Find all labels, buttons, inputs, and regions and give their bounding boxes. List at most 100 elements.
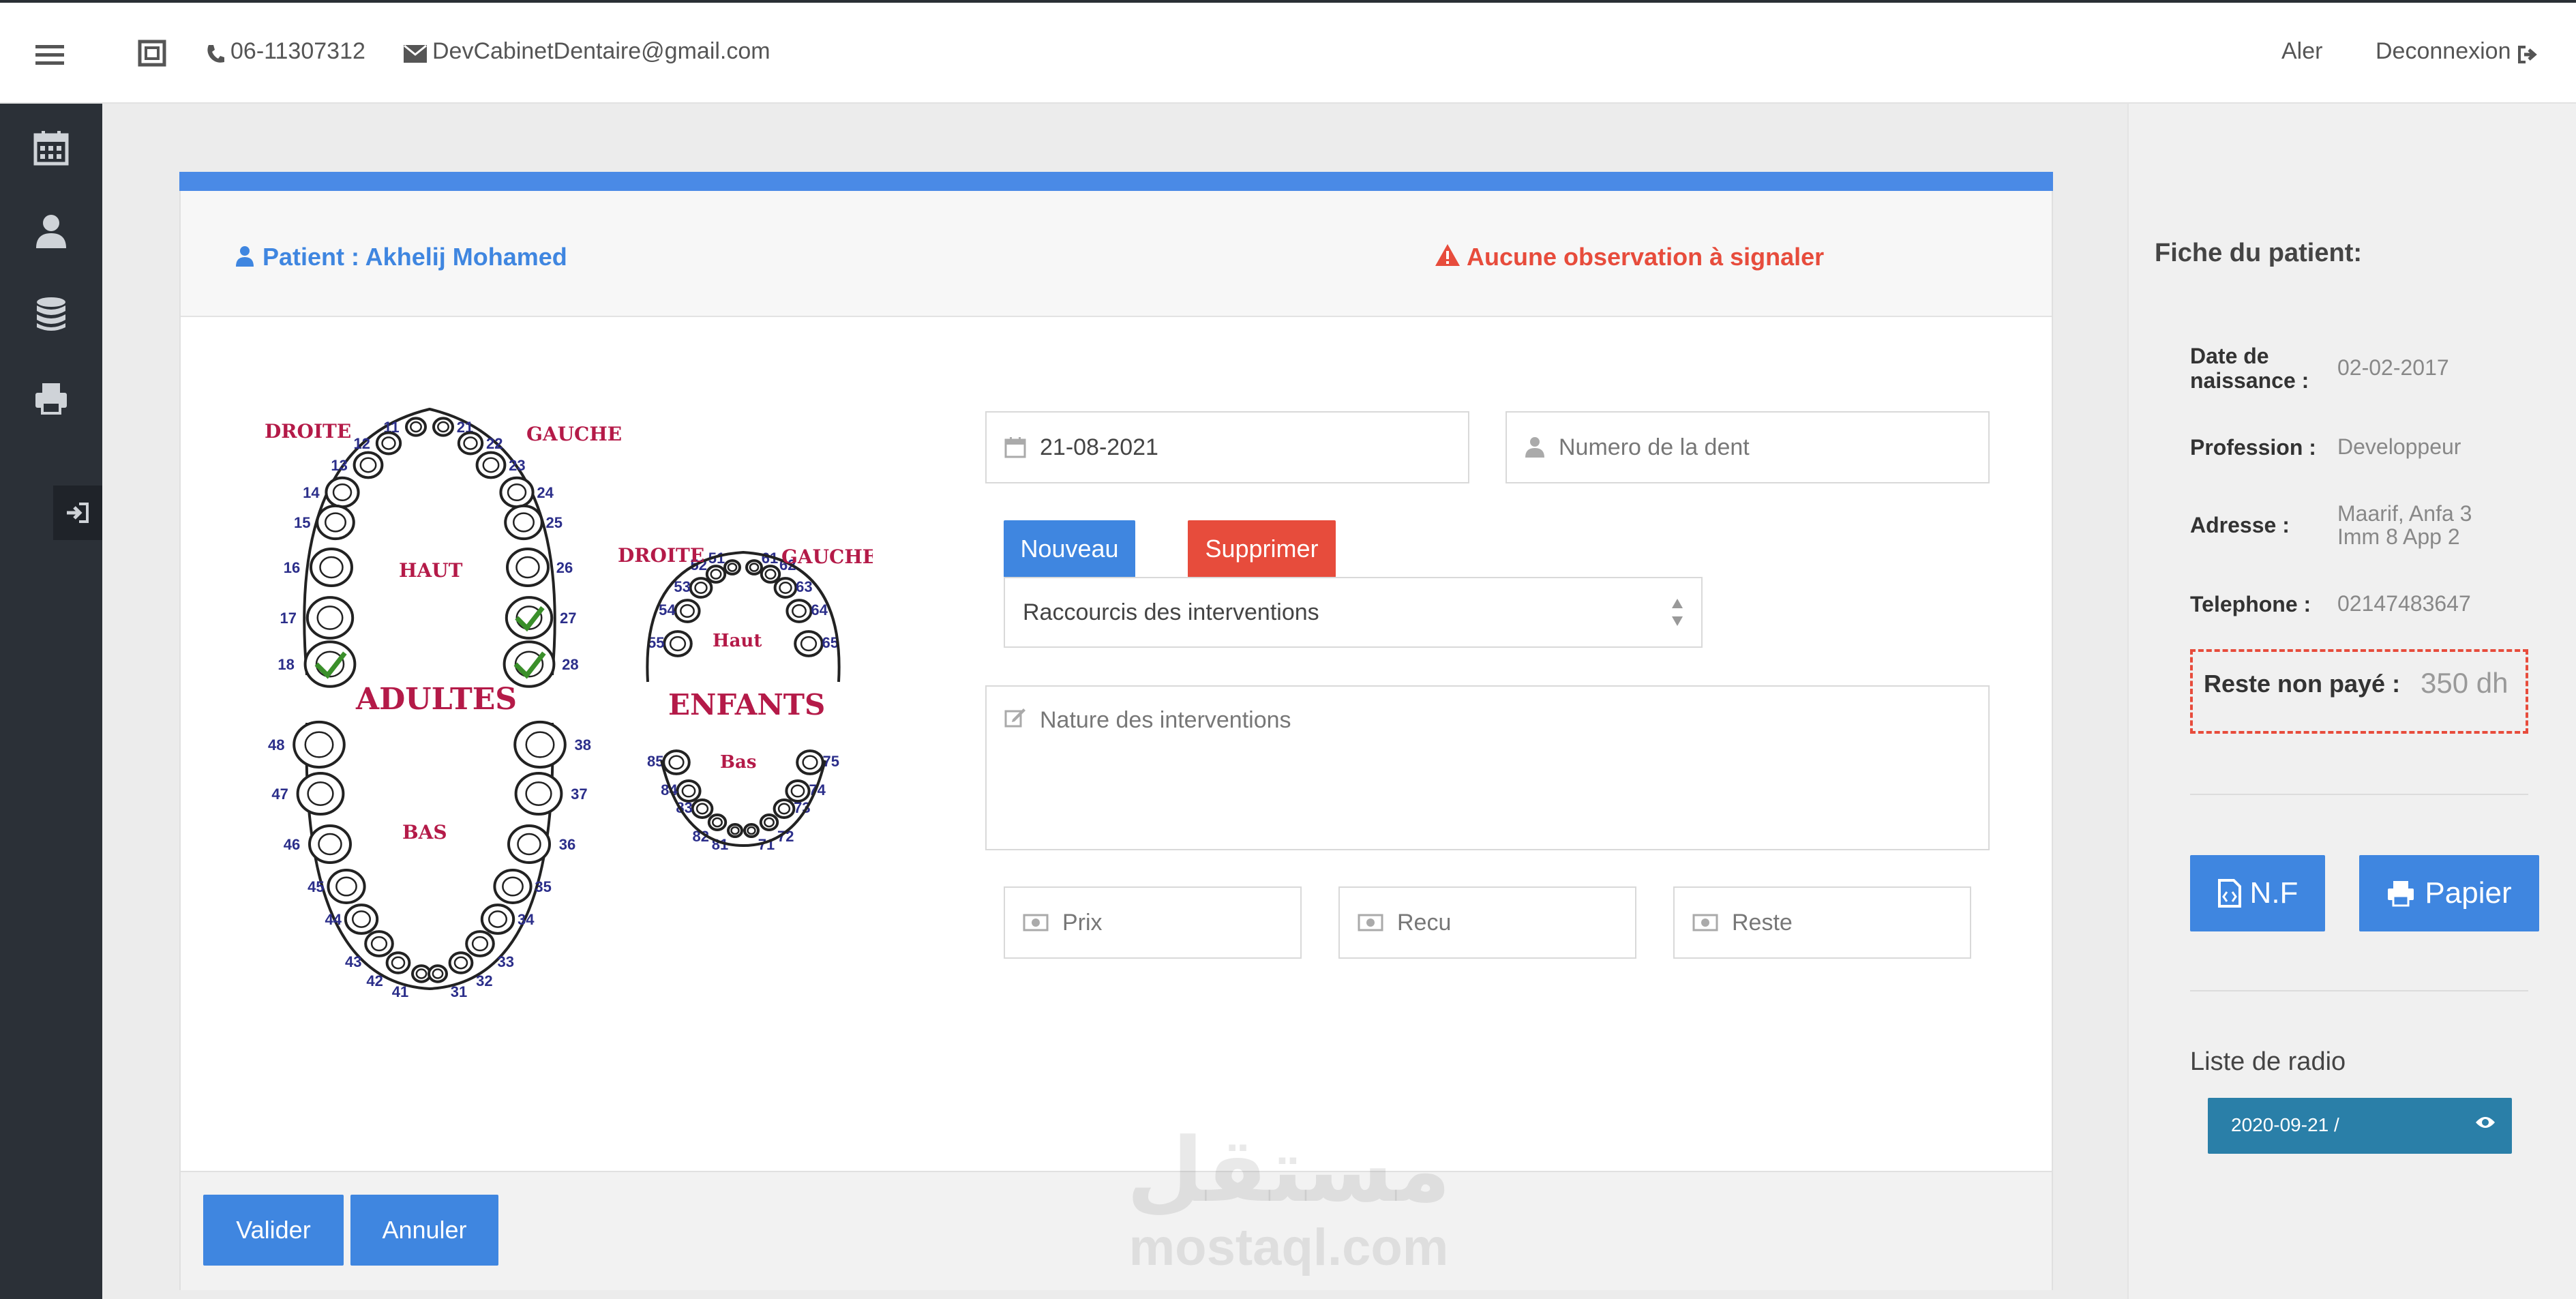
- tooth-12[interactable]: 12: [354, 431, 402, 456]
- paper-button[interactable]: Papier: [2359, 855, 2539, 931]
- tooth-shape: [303, 640, 357, 688]
- tooth-44[interactable]: 44: [325, 904, 379, 935]
- tooth-shape: [505, 596, 554, 640]
- calendar-icon[interactable]: [33, 130, 70, 166]
- tooth-shape: [385, 951, 411, 974]
- new-button[interactable]: Nouveau: [1004, 520, 1135, 578]
- tooth-shape: [691, 798, 714, 819]
- tooth-35[interactable]: 35: [493, 869, 552, 904]
- tooth-13[interactable]: 13: [331, 451, 384, 479]
- shortcuts-selected: Raccourcis des interventions: [1023, 599, 1319, 625]
- tooth-84[interactable]: 84: [661, 779, 702, 803]
- tooth-shape: [723, 559, 741, 576]
- nf-button[interactable]: N.F: [2190, 855, 2325, 931]
- contact-email: DevCabinetDentaire@gmail.com: [432, 38, 770, 64]
- tooth-shape: [676, 779, 702, 803]
- database-icon[interactable]: [33, 296, 70, 333]
- tooth-shape: [796, 749, 824, 775]
- tooth-63[interactable]: 63: [773, 577, 813, 599]
- nature-textarea[interactable]: Nature des interventions: [985, 685, 1990, 850]
- watermark-arabic: مستقل: [1126, 1118, 1451, 1222]
- tooth-shape: [344, 904, 379, 935]
- tooth-number: 12: [354, 435, 370, 452]
- tooth-28[interactable]: 28: [503, 640, 579, 688]
- unpaid-label: Reste non payé :: [2204, 670, 2401, 698]
- tooth-36[interactable]: 36: [507, 824, 575, 864]
- tooth-38[interactable]: 38: [513, 720, 591, 769]
- logout-link[interactable]: Deconnexion: [2376, 38, 2511, 65]
- tooth-shape: [475, 451, 507, 479]
- shortcuts-select[interactable]: Raccourcis des interventions: [1004, 577, 1703, 648]
- tooth-64[interactable]: 64: [785, 599, 828, 623]
- tooth-65[interactable]: 65: [794, 630, 839, 657]
- adult-label-bottom: BAS: [402, 821, 447, 843]
- tooth-number: 44: [325, 911, 342, 928]
- eye-icon[interactable]: [2475, 1116, 2496, 1129]
- tooth-53[interactable]: 53: [674, 577, 713, 599]
- observation-status: Aucune observation à signaler: [1467, 243, 1825, 271]
- unpaid-value: 350 dh: [2421, 667, 2508, 699]
- date-field[interactable]: 21-08-2021: [985, 411, 1469, 483]
- price-field[interactable]: Prix: [1004, 886, 1302, 959]
- tooth-45[interactable]: 45: [308, 869, 366, 904]
- tooth-number: 35: [535, 878, 551, 895]
- tooth-15[interactable]: 15: [294, 504, 355, 541]
- tooth-25[interactable]: 25: [504, 504, 563, 541]
- tooth-16[interactable]: 16: [284, 548, 353, 587]
- child-label-bottom: Bas: [720, 752, 756, 773]
- calendar-icon: [1004, 437, 1026, 458]
- delete-button[interactable]: Supprimer: [1188, 520, 1336, 578]
- validate-button[interactable]: Valider: [203, 1195, 344, 1266]
- tooth-number: 28: [562, 656, 578, 673]
- tooth-number: 33: [498, 953, 514, 970]
- tooth-23[interactable]: 23: [475, 451, 526, 479]
- tooth-47[interactable]: 47: [271, 771, 345, 816]
- remaining-field[interactable]: Reste: [1673, 886, 1971, 959]
- tooth-74[interactable]: 74: [785, 779, 826, 803]
- printer-icon: [2388, 881, 2414, 907]
- printer-icon[interactable]: [33, 379, 70, 416]
- tooth-number-field[interactable]: Numero de la dent: [1506, 411, 1990, 483]
- tooth-number: 37: [571, 786, 587, 803]
- menu-icon[interactable]: [35, 44, 64, 67]
- cancel-button[interactable]: Annuler: [350, 1195, 498, 1266]
- tooth-54[interactable]: 54: [659, 599, 701, 623]
- tooth-shape: [514, 771, 563, 816]
- tooth-46[interactable]: 46: [284, 824, 352, 864]
- tooth-number: 22: [486, 435, 503, 452]
- tooth-shape: [503, 640, 556, 688]
- user-icon[interactable]: [33, 213, 70, 250]
- fullscreen-icon[interactable]: [138, 40, 166, 67]
- tooth-18[interactable]: 18: [278, 640, 357, 688]
- tooth-22[interactable]: 22: [457, 431, 503, 456]
- tooth-17[interactable]: 17: [280, 596, 355, 640]
- panel-divider: [2190, 794, 2528, 795]
- tooth-34[interactable]: 34: [480, 904, 535, 935]
- tooth-shape: [674, 599, 701, 623]
- radio-list-item[interactable]: 2020-09-21 /: [2208, 1098, 2512, 1154]
- tooth-37[interactable]: 37: [514, 771, 588, 816]
- tooth-shape: [760, 565, 781, 584]
- tooth-shape: [308, 824, 352, 864]
- tooth-number: 31: [451, 983, 467, 1000]
- remaining-placeholder: Reste: [1732, 909, 1793, 936]
- tooth-27[interactable]: 27: [505, 596, 577, 640]
- edit-icon: [1004, 708, 1025, 728]
- envelope-icon: [404, 45, 427, 63]
- tooth-55[interactable]: 55: [648, 630, 693, 657]
- received-field[interactable]: Recu: [1338, 886, 1636, 959]
- tooth-shape: [785, 779, 811, 803]
- tooth-14[interactable]: 14: [303, 476, 360, 509]
- tooth-number: 46: [284, 836, 300, 853]
- tooth-shape: [493, 869, 533, 904]
- tooth-24[interactable]: 24: [499, 476, 554, 509]
- tooth-26[interactable]: 26: [506, 548, 573, 587]
- tooth-75[interactable]: 75: [796, 749, 839, 775]
- tooth-48[interactable]: 48: [268, 720, 346, 769]
- alert-link[interactable]: Aler: [2281, 38, 2322, 65]
- tooth-number: 23: [509, 457, 525, 474]
- sidebar-collapse-toggle[interactable]: [53, 486, 102, 540]
- tooth-85[interactable]: 85: [647, 749, 691, 775]
- tooth-shape: [432, 417, 454, 437]
- sign-out-icon[interactable]: [2517, 45, 2538, 64]
